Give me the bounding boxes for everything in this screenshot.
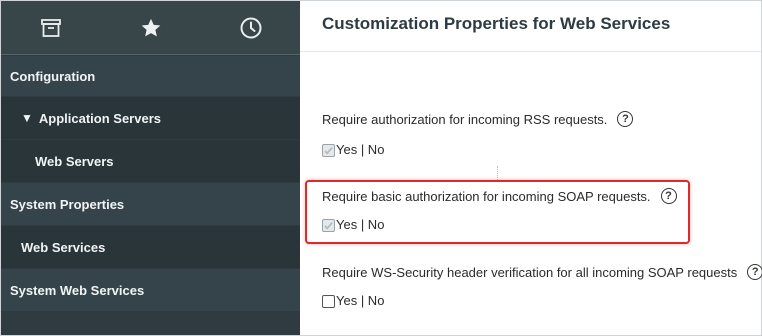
- sidebar-item-label: Application Servers: [38, 110, 161, 126]
- property-ws-security-choice: Yes | No: [322, 293, 384, 308]
- help-icon[interactable]: ?: [617, 111, 634, 127]
- property-label: Require basic authorization for incoming…: [322, 188, 651, 204]
- soap-basic-authorization-checkbox[interactable]: [322, 219, 335, 232]
- sidebar-item-system-web-services[interactable]: System Web Services: [1, 269, 300, 311]
- main-panel: Customization Properties for Web Service…: [300, 1, 762, 335]
- sidebar-icon-bar: [1, 1, 300, 55]
- sidebar-item-label: System Web Services: [10, 282, 145, 298]
- sidebar-item-label: Web Services: [21, 239, 106, 255]
- star-icon[interactable]: [101, 1, 200, 55]
- expanded-triangle-icon: ▼: [21, 111, 33, 125]
- rss-authorization-checkbox[interactable]: [322, 144, 335, 157]
- sidebar-item-system-properties[interactable]: System Properties: [1, 183, 300, 225]
- sidebar-item-application-servers[interactable]: ▼ Application Servers: [1, 97, 300, 139]
- sidebar-item-web-servers[interactable]: Web Servers: [1, 140, 300, 182]
- page-title: Customization Properties for Web Service…: [322, 14, 671, 33]
- property-ws-security: Require WS-Security header verification …: [322, 264, 762, 280]
- archive-icon[interactable]: [1, 1, 100, 55]
- ws-security-checkbox[interactable]: [322, 295, 335, 308]
- help-icon[interactable]: ?: [747, 264, 762, 280]
- title-divider: [300, 51, 761, 52]
- sidebar: Configuration ▼ Application Servers Web …: [1, 1, 300, 335]
- sidebar-item-label: Configuration: [10, 68, 96, 84]
- property-rss-choice: Yes | No: [322, 142, 384, 157]
- sidebar-item-configuration[interactable]: Configuration: [1, 56, 300, 96]
- property-label: Require WS-Security header verification …: [322, 264, 738, 280]
- choice-label: Yes | No: [336, 142, 385, 157]
- property-rss-authorization: Require authorization for incoming RSS r…: [322, 111, 634, 127]
- property-soap-basic-authorization: Require basic authorization for incoming…: [322, 188, 677, 204]
- help-icon[interactable]: ?: [660, 188, 677, 204]
- divider-dots: [497, 166, 498, 180]
- sidebar-item-label: Web Servers: [35, 153, 114, 169]
- sidebar-item-web-services[interactable]: Web Services: [1, 226, 300, 268]
- choice-label: Yes | No: [336, 217, 385, 232]
- property-soap-basic-choice: Yes | No: [322, 217, 384, 232]
- choice-label: Yes | No: [336, 293, 385, 308]
- sidebar-item-label: System Properties: [10, 196, 125, 212]
- property-label: Require authorization for incoming RSS r…: [322, 111, 608, 127]
- clock-icon[interactable]: [201, 1, 300, 55]
